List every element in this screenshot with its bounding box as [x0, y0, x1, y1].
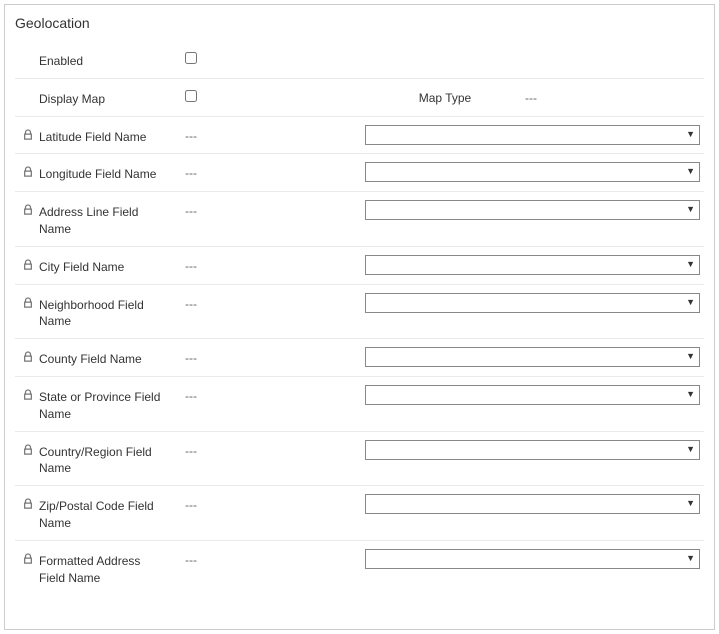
- lock-icon: [21, 444, 35, 456]
- country-select[interactable]: [365, 440, 700, 460]
- lock-icon: [21, 389, 35, 401]
- row-formatted: Formatted Address Field Name ---: [15, 540, 704, 595]
- longitude-label: Longitude Field Name: [39, 166, 156, 183]
- state-select[interactable]: [365, 385, 700, 405]
- lock-icon: [21, 553, 35, 565]
- row-latitude: Latitude Field Name ---: [15, 116, 704, 154]
- row-county: County Field Name ---: [15, 338, 704, 376]
- lock-icon: [21, 204, 35, 216]
- address-label: Address Line Field Name: [39, 204, 169, 238]
- lock-icon: [21, 166, 35, 178]
- country-value: ---: [185, 440, 365, 458]
- row-enabled: Enabled: [15, 41, 704, 78]
- row-address: Address Line Field Name ---: [15, 191, 704, 246]
- map-type-value: ---: [525, 87, 585, 105]
- state-label: State or Province Field Name: [39, 389, 169, 423]
- longitude-select[interactable]: [365, 162, 700, 182]
- lock-icon: [21, 129, 35, 141]
- row-neighborhood: Neighborhood Field Name ---: [15, 284, 704, 339]
- city-select[interactable]: [365, 255, 700, 275]
- lock-icon: [21, 498, 35, 510]
- longitude-value: ---: [185, 162, 365, 180]
- city-value: ---: [185, 255, 365, 273]
- latitude-value: ---: [185, 125, 365, 143]
- latitude-select[interactable]: [365, 125, 700, 145]
- formatted-label: Formatted Address Field Name: [39, 553, 169, 587]
- row-city: City Field Name ---: [15, 246, 704, 284]
- county-value: ---: [185, 347, 365, 365]
- row-longitude: Longitude Field Name ---: [15, 153, 704, 191]
- zip-select[interactable]: [365, 494, 700, 514]
- enabled-checkbox[interactable]: [185, 52, 197, 64]
- zip-value: ---: [185, 494, 365, 512]
- row-state: State or Province Field Name ---: [15, 376, 704, 431]
- formatted-select[interactable]: [365, 549, 700, 569]
- neighborhood-value: ---: [185, 293, 365, 311]
- row-display-map: Display Map Map Type ---: [15, 78, 704, 116]
- country-label: Country/Region Field Name: [39, 444, 169, 478]
- panel-title: Geolocation: [15, 15, 704, 31]
- display-map-checkbox[interactable]: [185, 90, 197, 102]
- lock-icon: [21, 297, 35, 309]
- city-label: City Field Name: [39, 259, 124, 276]
- county-select[interactable]: [365, 347, 700, 367]
- address-select[interactable]: [365, 200, 700, 220]
- zip-label: Zip/Postal Code Field Name: [39, 498, 169, 532]
- address-value: ---: [185, 200, 365, 218]
- neighborhood-label: Neighborhood Field Name: [39, 297, 169, 331]
- display-map-label: Display Map: [39, 91, 105, 108]
- formatted-value: ---: [185, 549, 365, 567]
- state-value: ---: [185, 385, 365, 403]
- latitude-label: Latitude Field Name: [39, 129, 146, 146]
- enabled-label: Enabled: [39, 53, 83, 70]
- neighborhood-select[interactable]: [365, 293, 700, 313]
- county-label: County Field Name: [39, 351, 142, 368]
- row-country: Country/Region Field Name ---: [15, 431, 704, 486]
- lock-icon: [21, 351, 35, 363]
- row-zip: Zip/Postal Code Field Name ---: [15, 485, 704, 540]
- map-type-label: Map Type: [365, 87, 525, 105]
- geolocation-panel: Geolocation Enabled Display Map Map Type…: [4, 4, 715, 630]
- lock-icon: [21, 259, 35, 271]
